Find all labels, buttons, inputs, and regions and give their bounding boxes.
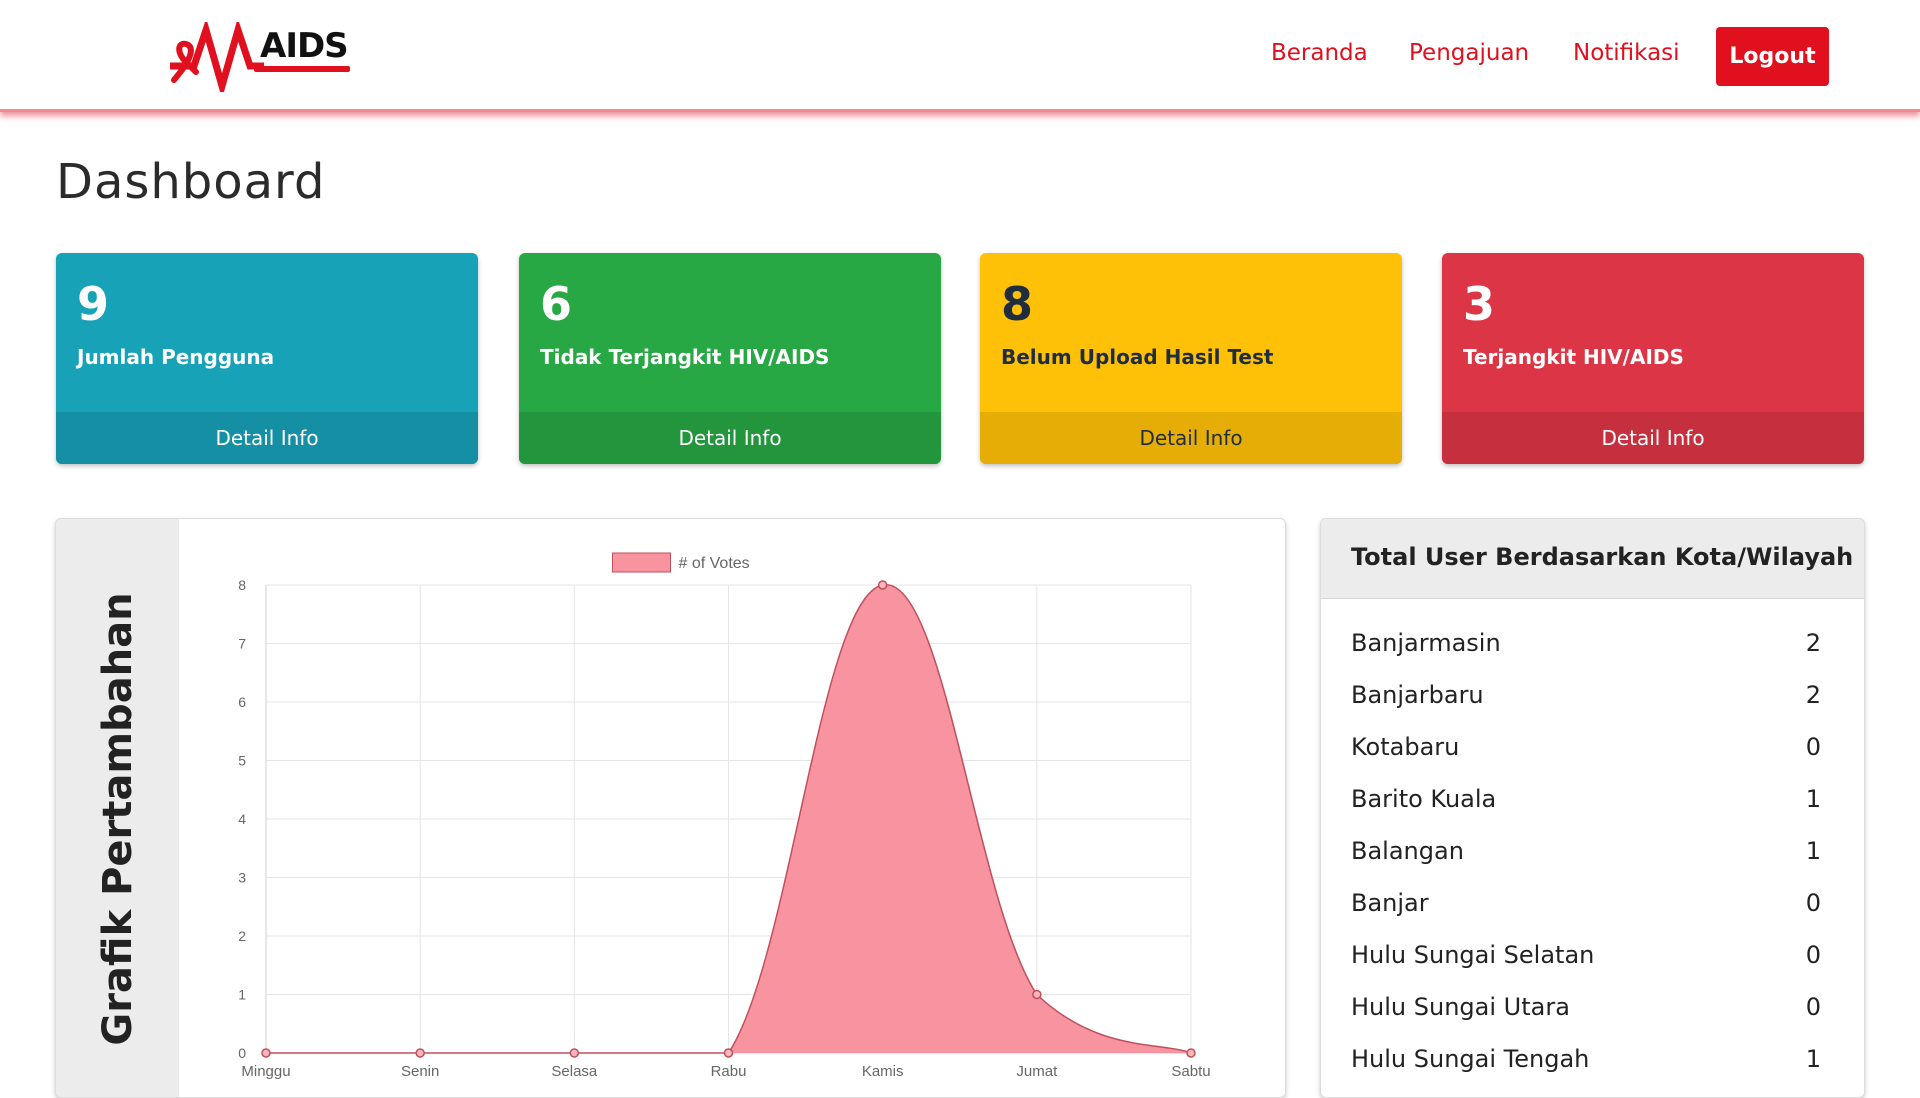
logo[interactable]: AIDS bbox=[164, 22, 354, 92]
x-tick-label: Minggu bbox=[241, 1063, 290, 1080]
nav-link-pengajuan[interactable]: Pengajuan bbox=[1409, 40, 1529, 66]
logout-button[interactable]: Logout bbox=[1716, 27, 1829, 86]
city-count: 0 bbox=[1805, 993, 1821, 1021]
city-name: Hulu Sungai Tengah bbox=[1351, 1045, 1590, 1073]
city-name: Banjarmasin bbox=[1351, 629, 1501, 657]
logo-text: AIDS bbox=[260, 26, 349, 66]
city-name: Kotabaru bbox=[1351, 733, 1460, 761]
city-panel-title: Total User Berdasarkan Kota/Wilayah bbox=[1351, 543, 1854, 571]
nav-link-beranda[interactable]: Beranda bbox=[1271, 40, 1368, 66]
city-list: Banjarmasin 2 Banjarbaru 2 Kotabaru 0 Barit… bbox=[1351, 619, 1821, 1087]
y-tick-label: 4 bbox=[238, 811, 246, 827]
data-point bbox=[261, 1048, 271, 1058]
detail-info-link[interactable]: Detail Info bbox=[519, 412, 941, 464]
city-name: Hulu Sungai Selatan bbox=[1351, 941, 1595, 969]
card-value: 8 bbox=[1001, 277, 1034, 331]
x-tick-label: Kamis bbox=[862, 1063, 904, 1080]
stat-card-jumlah-pengguna: 9 Jumlah Pengguna Detail Info bbox=[56, 253, 478, 464]
card-body: 3 Terjangkit HIV/AIDS bbox=[1442, 253, 1864, 412]
list-item: Banjarbaru 2 bbox=[1351, 671, 1821, 723]
y-tick-label: 5 bbox=[238, 753, 246, 769]
y-tick-label: 0 bbox=[238, 1045, 246, 1061]
city-name: Banjarbaru bbox=[1351, 681, 1484, 709]
y-tick-label: 8 bbox=[238, 577, 246, 593]
stat-card-terjangkit: 3 Terjangkit HIV/AIDS Detail Info bbox=[1442, 253, 1864, 464]
list-item: Banjar 0 bbox=[1351, 879, 1821, 931]
card-value: 9 bbox=[77, 277, 110, 331]
city-count: 2 bbox=[1805, 629, 1821, 657]
city-name: Hulu Sungai Utara bbox=[1351, 993, 1570, 1021]
x-tick-label: Jumat bbox=[1016, 1063, 1058, 1080]
city-name: Barito Kuala bbox=[1351, 785, 1497, 813]
y-tick-label: 7 bbox=[238, 636, 246, 652]
x-tick-label: Sabtu bbox=[1171, 1063, 1210, 1080]
data-point bbox=[877, 580, 888, 590]
chart-side-header: Grafik Pertambahan bbox=[56, 519, 179, 1097]
detail-info-link[interactable]: Detail Info bbox=[56, 412, 478, 464]
list-item: Barito Kuala 1 bbox=[1351, 775, 1821, 827]
city-count: 1 bbox=[1805, 837, 1821, 865]
city-count: 0 bbox=[1805, 889, 1821, 917]
page-title: Dashboard bbox=[56, 154, 326, 210]
data-point bbox=[415, 1048, 425, 1058]
card-label: Belum Upload Hasil Test bbox=[1001, 345, 1274, 369]
navbar: AIDS Beranda Pengajuan Notifikasi Logout bbox=[0, 0, 1920, 112]
y-tick-label: 1 bbox=[238, 987, 246, 1003]
data-point bbox=[569, 1048, 580, 1058]
line-chart: 0 1 2 3 4 5 6 7 8 Minggu Senin Selasa Rabu Kamis Jumat… bbox=[238, 552, 1211, 1080]
card-body: 8 Belum Upload Hasil Test bbox=[980, 253, 1402, 412]
stat-card-tidak-terjangkit: 6 Tidak Terjangkit HIV/AIDS Detail Info bbox=[519, 253, 941, 464]
card-body: 6 Tidak Terjangkit HIV/AIDS bbox=[519, 253, 941, 412]
city-name: Banjar bbox=[1351, 889, 1429, 917]
y-tick-label: 2 bbox=[238, 928, 246, 944]
stat-card-belum-upload: 8 Belum Upload Hasil Test Detail Info bbox=[980, 253, 1402, 464]
city-count: 0 bbox=[1805, 941, 1821, 969]
logo-underline bbox=[254, 66, 350, 72]
detail-info-link[interactable]: Detail Info bbox=[980, 412, 1402, 464]
nav-link-notifikasi[interactable]: Notifikasi bbox=[1573, 40, 1680, 66]
list-item: Balangan 1 bbox=[1351, 827, 1821, 879]
x-tick-label: Rabu bbox=[711, 1063, 747, 1080]
chart-side-title: Grafik Pertambahan bbox=[95, 592, 141, 1046]
list-item: Hulu Sungai Tengah 1 bbox=[1351, 1035, 1821, 1087]
x-tick-label: Senin bbox=[401, 1063, 439, 1080]
list-item: Banjarmasin 2 bbox=[1351, 619, 1821, 671]
card-label: Terjangkit HIV/AIDS bbox=[1463, 345, 1684, 369]
data-point bbox=[1032, 989, 1042, 1000]
legend-label: # of Votes bbox=[679, 555, 750, 572]
card-label: Tidak Terjangkit HIV/AIDS bbox=[540, 345, 830, 369]
city-count: 0 bbox=[1805, 733, 1821, 761]
city-count: 1 bbox=[1805, 785, 1821, 813]
y-tick-label: 3 bbox=[238, 870, 246, 886]
city-panel-header: Total User Berdasarkan Kota/Wilayah bbox=[1321, 519, 1864, 599]
card-body: 9 Jumlah Pengguna bbox=[56, 253, 478, 412]
card-label: Jumlah Pengguna bbox=[77, 345, 275, 369]
card-value: 6 bbox=[540, 277, 573, 331]
x-tick-label: Selasa bbox=[551, 1063, 598, 1080]
aids-ribbon-pulse-icon bbox=[170, 22, 264, 92]
city-count: 2 bbox=[1805, 681, 1821, 709]
legend-swatch bbox=[612, 552, 671, 573]
card-value: 3 bbox=[1463, 277, 1496, 331]
list-item: Kotabaru 0 bbox=[1351, 723, 1821, 775]
detail-info-link[interactable]: Detail Info bbox=[1442, 412, 1864, 464]
city-name: Balangan bbox=[1351, 837, 1464, 865]
y-tick-label: 6 bbox=[238, 694, 246, 710]
city-count: 1 bbox=[1805, 1045, 1821, 1073]
chart-panel: Grafik Pertambahan 0 1 2 3 4 5 6 7 8 Minggu Senin S… bbox=[55, 518, 1286, 1098]
data-point bbox=[723, 1048, 734, 1058]
data-point bbox=[1186, 1048, 1196, 1058]
list-item: Hulu Sungai Utara 0 bbox=[1351, 983, 1821, 1035]
list-item: Hulu Sungai Selatan 0 bbox=[1351, 931, 1821, 983]
city-panel: Total User Berdasarkan Kota/Wilayah Banj… bbox=[1320, 518, 1865, 1098]
